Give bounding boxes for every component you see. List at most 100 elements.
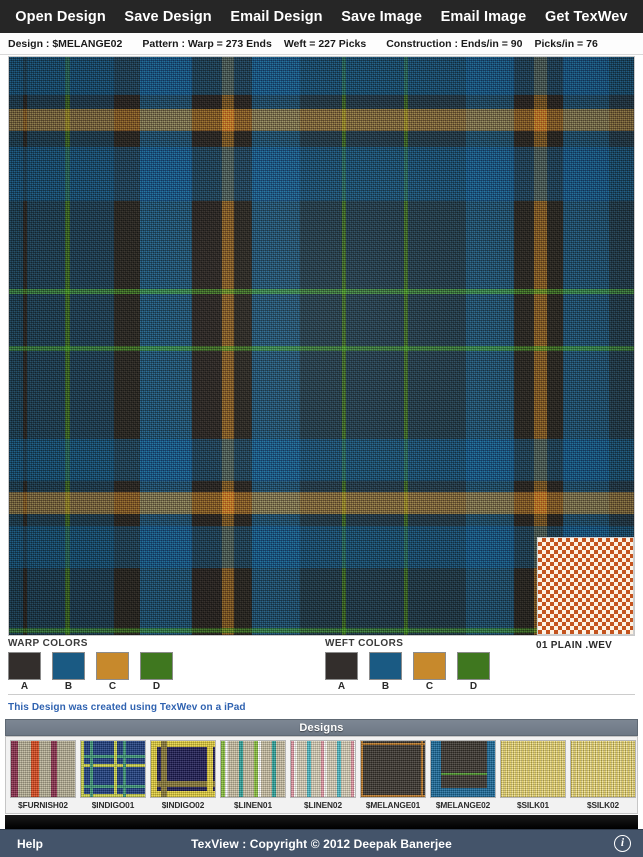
thumbnail-weave-overlay: [431, 741, 495, 797]
weft-palette: WEFT COLORS A B C D: [325, 638, 490, 693]
design-item[interactable]: $MELANGE02: [430, 740, 496, 810]
copyright-label: TexView : Copyright © 2012 Deepak Banerj…: [191, 836, 452, 851]
warp-palette-title: WARP COLORS: [8, 638, 88, 649]
weft-stripe: [9, 294, 634, 346]
weft-stripe: [9, 109, 634, 131]
weft-color-label: A: [337, 681, 346, 692]
design-name-label: $SILK01: [516, 800, 550, 810]
info-warp-ends: Pattern : Warp = 273 Ends: [142, 37, 272, 50]
warp-color-swatch[interactable]: [52, 652, 85, 680]
weft-swatch-cell[interactable]: D: [457, 652, 490, 693]
info-design-name: Design : $MELANGE02: [8, 37, 123, 50]
warp-color-label: C: [108, 681, 117, 692]
weft-palette-title: WEFT COLORS: [325, 638, 404, 649]
info-weft-picks: Weft = 227 Picks: [283, 37, 367, 50]
designs-strip-shadow: [5, 815, 638, 829]
thumbnail-weave-overlay: [11, 741, 75, 797]
bottom-status-bar: Help TexView : Copyright © 2012 Deepak B…: [0, 829, 643, 857]
design-thumbnail[interactable]: [220, 740, 286, 798]
thumbnail-weave-overlay: [361, 741, 425, 797]
design-name-label: $MELANGE01: [365, 800, 421, 810]
info-construction-ends: Construction : Ends/in = 90: [386, 37, 523, 50]
warp-color-swatch[interactable]: [96, 652, 129, 680]
warp-color-label: A: [20, 681, 29, 692]
design-info-bar: Design : $MELANGE02 Pattern : Warp = 273…: [0, 33, 643, 55]
weft-stripe: [9, 147, 634, 201]
weft-swatch-cell[interactable]: A: [325, 652, 358, 693]
thumbnail-weave-overlay: [501, 741, 565, 797]
thumbnail-weave-overlay: [81, 741, 145, 797]
color-palettes: WARP COLORS A B C D WEFT COLORS A B C D 01 PLA…: [0, 638, 643, 696]
weft-color-swatch[interactable]: [369, 652, 402, 680]
weave-file-name: 01 PLAIN .WEV: [536, 640, 613, 651]
design-thumbnail[interactable]: [80, 740, 146, 798]
warp-color-label: B: [64, 681, 73, 692]
design-name-label: $FURNISH02: [18, 800, 68, 810]
weft-color-swatch[interactable]: [457, 652, 490, 680]
warp-palette: WARP COLORS A B C D: [8, 638, 173, 693]
weft-swatch-cell[interactable]: B: [369, 652, 402, 693]
weft-stripe: [9, 439, 634, 481]
info-construction-picks: Picks/in = 76: [534, 37, 598, 50]
weft-stripe: [9, 481, 634, 492]
design-name-label: $INDIGO02: [161, 800, 205, 810]
warp-swatch-cell[interactable]: B: [52, 652, 85, 693]
weft-stripe: [9, 131, 634, 147]
design-name-label: $INDIGO01: [91, 800, 135, 810]
design-thumbnail[interactable]: [10, 740, 76, 798]
weft-color-swatch[interactable]: [325, 652, 358, 680]
design-item[interactable]: $INDIGO01: [80, 740, 146, 810]
design-name-label: $LINEN01: [234, 800, 272, 810]
warp-swatch-cell[interactable]: A: [8, 652, 41, 693]
design-item[interactable]: $SILK02: [570, 740, 636, 810]
thumbnail-weave-overlay: [291, 741, 355, 797]
design-thumbnail[interactable]: [500, 740, 566, 798]
designs-header: Designs: [5, 719, 638, 736]
thumbnail-weave-overlay: [221, 741, 285, 797]
menu-email-image-button[interactable]: Email Image: [438, 7, 530, 27]
designs-thumbnail-strip[interactable]: $FURNISH02 $INDIGO01 $INDIGO02 $LINEN01 $LIN…: [5, 736, 638, 814]
designs-header-label: Designs: [299, 721, 344, 734]
menu-email-design-button[interactable]: Email Design: [227, 7, 325, 27]
warp-swatch-cell[interactable]: C: [96, 652, 129, 693]
design-thumbnail[interactable]: [290, 740, 356, 798]
menu-open-design-button[interactable]: Open Design: [12, 7, 109, 27]
weft-color-label: B: [381, 681, 390, 692]
warp-swatch-cell[interactable]: D: [140, 652, 173, 693]
warp-color-label: D: [152, 681, 161, 692]
design-thumbnail[interactable]: [430, 740, 496, 798]
design-item[interactable]: $LINEN01: [220, 740, 286, 810]
weft-swatch-cell[interactable]: C: [413, 652, 446, 693]
credit-line: This Design was created using TexWev on …: [8, 702, 246, 713]
thumbnail-weave-overlay: [151, 741, 215, 797]
thumbnail-weave-overlay: [571, 741, 635, 797]
weft-color-label: C: [425, 681, 434, 692]
design-item[interactable]: $INDIGO02: [150, 740, 216, 810]
weft-stripe: [9, 514, 634, 526]
fabric-preview-canvas[interactable]: [8, 56, 635, 636]
design-thumbnail[interactable]: [360, 740, 426, 798]
design-name-label: $SILK02: [586, 800, 620, 810]
weft-stripe: [9, 351, 634, 439]
weave-draft-swatch[interactable]: [537, 537, 634, 635]
design-thumbnail[interactable]: [570, 740, 636, 798]
weft-color-swatch[interactable]: [413, 652, 446, 680]
design-item[interactable]: $FURNISH02: [10, 740, 76, 810]
menu-save-image-button[interactable]: Save Image: [338, 7, 425, 27]
help-button[interactable]: Help: [17, 837, 43, 851]
design-item[interactable]: $MELANGE01: [360, 740, 426, 810]
warp-color-swatch[interactable]: [8, 652, 41, 680]
warp-color-swatch[interactable]: [140, 652, 173, 680]
info-icon[interactable]: i: [614, 835, 631, 852]
palette-divider: [8, 694, 635, 695]
weft-color-label: D: [469, 681, 478, 692]
design-thumbnail[interactable]: [150, 740, 216, 798]
design-name-label: $LINEN02: [304, 800, 342, 810]
design-item[interactable]: $LINEN02: [290, 740, 356, 810]
design-item[interactable]: $SILK01: [500, 740, 566, 810]
weft-stripe: [9, 201, 634, 289]
menu-save-design-button[interactable]: Save Design: [121, 7, 214, 27]
menu-get-texwev-button[interactable]: Get TexWev: [542, 7, 631, 27]
weft-stripe: [9, 95, 634, 109]
weft-stripe: [9, 492, 634, 514]
